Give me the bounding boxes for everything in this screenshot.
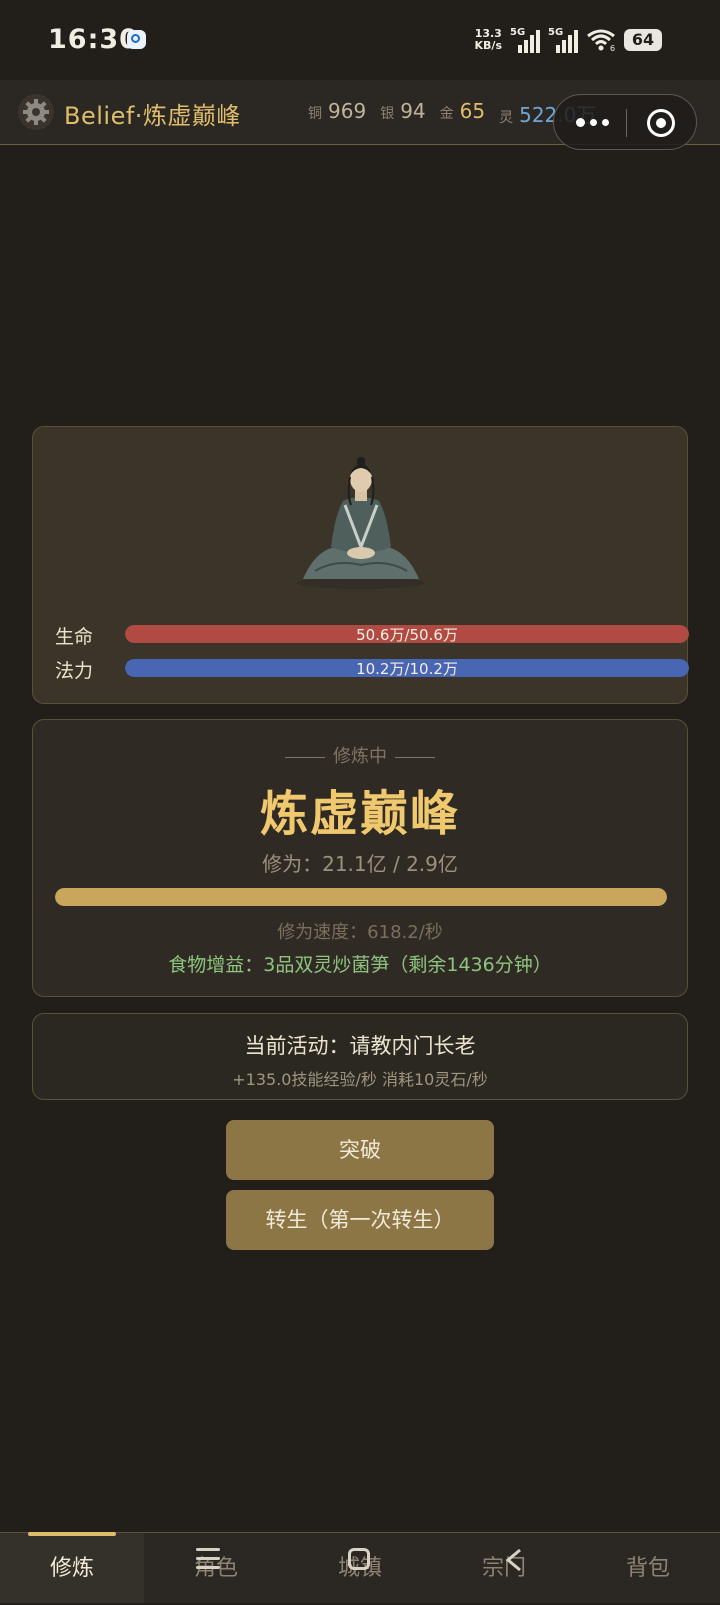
activity-detail: +135.0技能经验/秒 消耗10灵石/秒	[232, 1070, 488, 1089]
cellular-signal-icon-2: 5G	[548, 27, 578, 53]
tab-character[interactable]: 角色	[144, 1533, 288, 1603]
player-title: Belief·炼虚巅峰	[64, 102, 241, 130]
realm-name: 炼虚巅峰	[259, 786, 460, 842]
clock: 16:30	[48, 24, 139, 55]
current-activity-card[interactable]: 当前活动：请教内门长老 +135.0技能经验/秒 消耗10灵石/秒	[32, 1013, 688, 1100]
hp-label: 生命	[55, 626, 94, 648]
tab-cultivate[interactable]: 修炼	[0, 1532, 144, 1603]
activity-title: 当前活动：请教内门长老	[244, 1034, 476, 1058]
status-icons: 13.3 KB/s 5G 5G 6 64	[475, 24, 662, 56]
hp-row: 生命 50.6万/50.6万	[55, 623, 689, 648]
currency-silver: 银 94	[380, 99, 426, 123]
tab-town[interactable]: 城镇	[288, 1533, 432, 1603]
settings-gear-icon[interactable]	[18, 94, 54, 130]
network-speed: 13.3 KB/s	[474, 27, 502, 52]
currency-gold: 金 65	[439, 99, 486, 123]
cultivation-progress-bar	[55, 888, 667, 906]
food-buff: 食物增益：3品双灵炒菌笋（剩余1436分钟）	[168, 954, 552, 976]
chat-notification-icon	[127, 30, 146, 49]
hp-value: 50.6万/50.6万	[356, 626, 458, 644]
more-menu-icon[interactable]	[576, 118, 609, 127]
bottom-tab-bar: 修炼 角色 城镇 宗门 背包	[0, 1532, 720, 1603]
cultivation-status: 修炼中	[33, 742, 687, 768]
meditating-cultivator-portrait	[295, 455, 427, 591]
currency-copper: 铜 969	[308, 99, 367, 123]
breakthrough-button[interactable]: 突破	[226, 1120, 494, 1180]
tab-inventory[interactable]: 背包	[576, 1533, 720, 1603]
wifi-icon: 6	[586, 28, 616, 53]
close-miniprogram-icon[interactable]	[647, 109, 675, 137]
character-card: 生命 50.6万/50.6万 法力 10.2万/10.2万	[32, 426, 689, 704]
mp-label: 法力	[55, 660, 94, 682]
mp-value: 10.2万/10.2万	[356, 660, 458, 678]
battery-icon: 64	[624, 29, 662, 51]
tab-sect[interactable]: 宗门	[432, 1533, 576, 1603]
cultivation-speed: 修为速度：618.2/秒	[277, 922, 443, 943]
cultivation-card: 修炼中 炼虚巅峰 修为：21.1亿 / 2.9亿 修为速度：618.2/秒 食物…	[32, 719, 688, 997]
svg-text:6: 6	[610, 44, 615, 52]
miniprogram-capsule	[553, 94, 697, 150]
system-status-bar: 16:30 13.3 KB/s 5G 5G 6 64	[0, 0, 720, 80]
mp-row: 法力 10.2万/10.2万	[55, 657, 689, 682]
cellular-signal-icon: 5G	[510, 27, 540, 53]
rebirth-button[interactable]: 转生（第一次转生）	[226, 1190, 494, 1250]
cultivation-progress-text: 修为：21.1亿 / 2.9亿	[262, 852, 458, 876]
